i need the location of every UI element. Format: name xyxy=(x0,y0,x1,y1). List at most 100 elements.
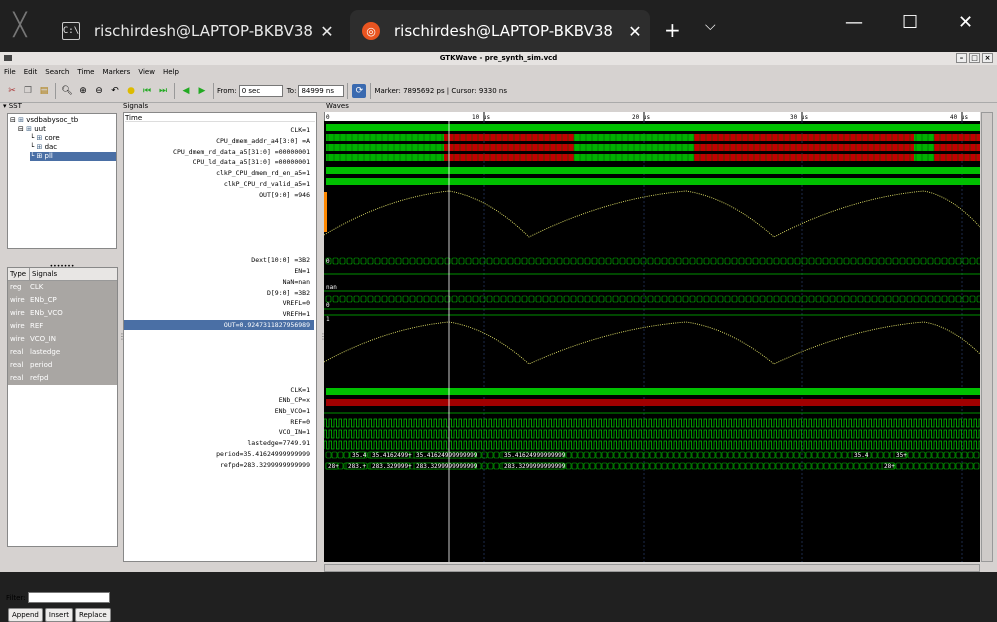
signal-line[interactable]: period=35.41624999999999 xyxy=(124,449,314,459)
signal-line[interactable]: CPU_ld_data_a5[31:0] =00000001 xyxy=(124,157,314,167)
signal-type-row[interactable]: real lastedge xyxy=(8,346,117,359)
d-transition xyxy=(395,295,402,303)
d-transition xyxy=(514,295,521,303)
period-transition xyxy=(691,451,698,459)
sst-header: ▾ SST xyxy=(3,102,22,110)
refpd-transition xyxy=(949,462,956,470)
signal-type-row[interactable]: real period xyxy=(8,359,117,372)
tree-item-uut[interactable]: ⊟ ⊞ uut xyxy=(18,125,46,134)
zoom-out-icon[interactable]: ⊖ xyxy=(92,84,106,98)
signal-type-row[interactable]: wire ENb_VCO xyxy=(8,307,117,320)
signal-line[interactable]: refpd=283.3299999999999 xyxy=(124,460,314,470)
dext-transition xyxy=(759,257,766,265)
to-input[interactable]: 84999 ns xyxy=(298,84,345,97)
menu-file[interactable]: File xyxy=(0,66,20,78)
maximize-icon[interactable]: □ xyxy=(969,53,980,63)
replace-button[interactable]: Replace xyxy=(74,608,111,622)
close-tab-icon[interactable]: ✕ xyxy=(620,22,650,41)
refpd-value: 283.3299999999999 xyxy=(504,463,566,470)
signal-line[interactable]: NaN=nan xyxy=(124,277,314,287)
signal-line[interactable]: CLK=1 xyxy=(124,125,314,135)
maximize-icon[interactable]: ☐ xyxy=(902,12,918,33)
signal-type-row[interactable]: wire VCO_IN xyxy=(8,333,117,346)
signal-line[interactable]: ENb_VCO=1 xyxy=(124,406,314,416)
cut-icon[interactable]: ✂ xyxy=(5,84,19,98)
close-tab-icon[interactable]: ✕ xyxy=(312,22,342,41)
zoom-fit-icon[interactable]: 🔍︎ xyxy=(60,84,74,98)
time-tick-label: 20 us xyxy=(632,114,650,121)
forward-icon[interactable]: ▶ xyxy=(195,84,209,98)
terminal-menu-icon[interactable]: ╳ xyxy=(0,0,40,52)
signal-line[interactable]: CPU_dmem_addr_a4[3:0] =A xyxy=(124,136,314,146)
signal-line[interactable]: D[9:0] =3B2 xyxy=(124,288,314,298)
signal-line[interactable]: clkP_CPU_rd_valid_a5=1 xyxy=(124,179,314,189)
signal-line[interactable]: CPU_dmem_rd_data_a5[31:0] =00000001 xyxy=(124,147,314,157)
signal-type-row[interactable]: wire ENb_CP xyxy=(8,294,117,307)
tree-item-tb[interactable]: ⊟ ⊞ vsdbabysoc_tb xyxy=(10,116,78,125)
vertical-scrollbar[interactable] xyxy=(981,112,993,562)
menu-view[interactable]: View xyxy=(134,66,159,78)
menu-markers[interactable]: Markers xyxy=(98,66,134,78)
refpd-transition xyxy=(823,462,830,470)
reload-icon[interactable]: ⟳ xyxy=(352,83,367,98)
menu-search[interactable]: Search xyxy=(41,66,73,78)
last-icon[interactable]: ⏭ xyxy=(156,84,170,98)
d-transition xyxy=(976,295,983,303)
minimize-icon[interactable]: — xyxy=(845,12,863,33)
window-menu-icon[interactable] xyxy=(4,55,12,61)
tree-item-dac[interactable]: └ ⊞ dac xyxy=(30,143,57,152)
from-input[interactable]: 0 sec xyxy=(238,84,283,97)
signal-line[interactable]: ENb_CP=x xyxy=(124,395,314,405)
insert-button[interactable]: Insert xyxy=(44,608,73,622)
signal-line[interactable]: VREFH=1 xyxy=(124,309,314,319)
menu-edit[interactable]: Edit xyxy=(20,66,42,78)
menu-help[interactable]: Help xyxy=(159,66,183,78)
signal-type-row[interactable]: real refpd xyxy=(8,372,117,385)
signal-line[interactable]: clkP_CPU_dmem_rd_en_a5=1 xyxy=(124,168,314,178)
signal-line[interactable]: lastedge=7749.91 xyxy=(124,438,314,448)
horizontal-scrollbar[interactable] xyxy=(324,564,980,572)
period-transition xyxy=(715,451,722,459)
signal-line[interactable]: VREFL=0 xyxy=(124,298,314,308)
append-button[interactable]: Append xyxy=(8,608,43,622)
ref-wave xyxy=(323,418,982,428)
col-signals[interactable]: Signals xyxy=(30,268,57,280)
period-transition xyxy=(967,451,974,459)
zoom-undo-icon[interactable]: ↶ xyxy=(108,84,122,98)
dext-transition xyxy=(465,257,472,265)
period-transition xyxy=(913,451,920,459)
paste-icon[interactable]: ▤ xyxy=(37,84,51,98)
signal-line[interactable]: CLK=1 xyxy=(124,385,314,395)
close-icon[interactable]: × xyxy=(982,53,993,63)
minimize-icon[interactable]: – xyxy=(956,53,967,63)
close-window-icon[interactable]: ✕ xyxy=(958,12,973,33)
col-type[interactable]: Type xyxy=(8,268,30,280)
first-icon[interactable]: ⏮ xyxy=(140,84,154,98)
signal-type-row[interactable]: wire REF xyxy=(8,320,117,333)
waveform-canvas[interactable]: 0 10 us 20 us 30 us 40 us 0 nan 0 1 35.4 35.416249… xyxy=(323,112,983,562)
waves-label: Waves xyxy=(326,102,349,110)
bulb-icon[interactable]: ● xyxy=(124,84,138,98)
signal-type-row[interactable]: reg CLK xyxy=(8,281,117,294)
zoom-in-icon[interactable]: ⊕ xyxy=(76,84,90,98)
copy-icon[interactable]: ❐ xyxy=(21,84,35,98)
signal-line[interactable]: OUT[9:0] =946 xyxy=(124,190,314,200)
signal-line[interactable]: REF=0 xyxy=(124,417,314,427)
signal-line[interactable]: OUT=0.9247311827956989 xyxy=(124,320,314,330)
refpd-transition xyxy=(919,462,926,470)
terminal-tab-cmd[interactable]: C:\ rischirdesh@LAPTOP-BKBV38L ✕ xyxy=(50,10,342,52)
filter-input[interactable] xyxy=(27,592,110,603)
tree-item-pll[interactable]: └ ⊞ pll xyxy=(30,152,116,161)
signal-line[interactable]: Dext[10:0] =3B2 xyxy=(124,255,314,265)
back-icon[interactable]: ◀ xyxy=(179,84,193,98)
bus-segment-red xyxy=(444,134,574,141)
chevron-down-icon[interactable]: ⌵ xyxy=(705,18,716,34)
signal-line[interactable]: VCO_IN=1 xyxy=(124,427,314,437)
new-tab-icon[interactable]: + xyxy=(664,18,681,42)
signal-line[interactable]: EN=1 xyxy=(124,266,314,276)
d-transition xyxy=(633,295,640,303)
period-transition xyxy=(601,451,608,459)
tree-item-core[interactable]: └ ⊞ core xyxy=(30,134,60,143)
terminal-tab-ubuntu[interactable]: ◎ rischirdesh@LAPTOP-BKBV38 ✕ xyxy=(350,10,650,52)
menu-time[interactable]: Time xyxy=(73,66,98,78)
